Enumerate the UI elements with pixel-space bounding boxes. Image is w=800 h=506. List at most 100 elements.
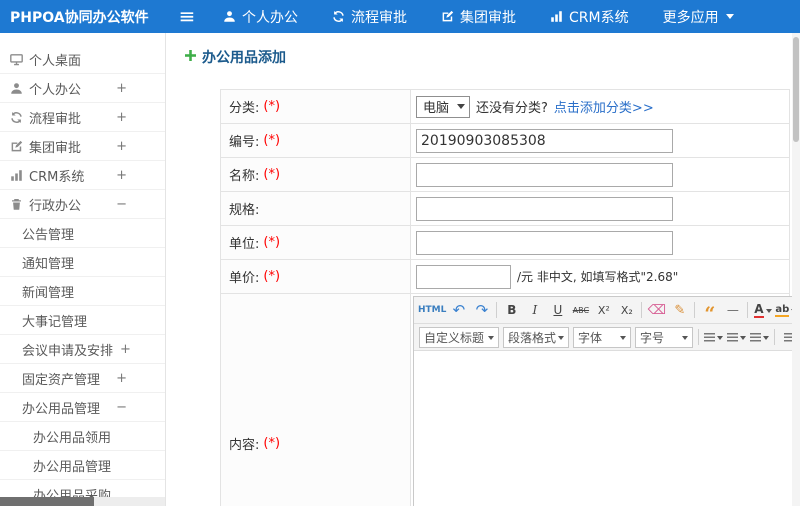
expand-toggle[interactable]: +	[116, 110, 127, 125]
spec-input[interactable]	[416, 196, 673, 221]
nav-workflow-approval[interactable]: 流程审批	[315, 0, 424, 33]
sidebar-item-notice-mgmt[interactable]: 通知管理	[0, 248, 165, 277]
category-select[interactable]: 电脑	[416, 95, 471, 118]
caret-down-icon	[488, 335, 494, 343]
nav-personal-office[interactable]: 个人办公	[206, 0, 315, 33]
name-label: 名称:	[229, 169, 260, 184]
editor-content-area[interactable]	[414, 351, 792, 506]
person-icon	[10, 82, 23, 95]
format-painter-button[interactable]: ✎	[669, 300, 690, 321]
expand-toggle[interactable]: +	[116, 371, 127, 386]
strikethrough-button[interactable]: ABC	[570, 300, 591, 321]
toolbar-separator	[694, 302, 696, 318]
align-right-button[interactable]	[749, 327, 770, 348]
highlight-color-button[interactable]: ab	[775, 300, 792, 321]
category-hint: 还没有分类?	[476, 101, 548, 116]
blockquote-button[interactable]: “	[699, 300, 720, 324]
remove-format-button[interactable]: ⌫	[646, 300, 667, 321]
vertical-scrollbar[interactable]	[792, 33, 800, 506]
align-left-icon	[704, 332, 715, 342]
form-row-price: 单价: (*) /元 非中文, 如填写格式"2.68"	[221, 260, 789, 294]
sidebar: 个人桌面 个人办公 + 流程审批 + 集团审批 + CRM系统 + 行政办公 −…	[0, 33, 166, 506]
expand-toggle[interactable]: +	[116, 81, 127, 96]
sidebar-horizontal-scrollbar[interactable]	[0, 497, 165, 506]
sidebar-item-memorabilia-mgmt[interactable]: 大事记管理	[0, 306, 165, 335]
nav-crm-system[interactable]: CRM系统	[533, 0, 646, 33]
rich-text-editor: HTML ↶ ↷ B I U ABC X² X₂ ⌫ ✎ “ — A ab 自定…	[413, 296, 792, 506]
collapse-toggle[interactable]: −	[116, 197, 127, 212]
sidebar-item-label: 个人桌面	[29, 53, 82, 69]
nav-group-approval[interactable]: 集团审批	[424, 0, 533, 33]
expand-toggle[interactable]: +	[116, 139, 127, 154]
sidebar-item-label: 流程审批	[29, 111, 82, 127]
bar-chart-icon	[550, 10, 563, 23]
paragraph-format-dropdown[interactable]: 段落格式	[503, 326, 569, 348]
italic-button[interactable]: I	[524, 300, 545, 321]
underline-button[interactable]: U	[547, 300, 568, 321]
caret-down-icon	[457, 104, 466, 113]
collapse-toggle[interactable]: −	[116, 400, 127, 415]
app-logo[interactable]: PHPOA协同办公软件	[0, 7, 168, 27]
menu-toggle-button[interactable]: ≡	[168, 0, 206, 33]
sidebar-item-admin-office[interactable]: 行政办公 −	[0, 190, 165, 219]
form-row-category: 分类: (*) 电脑 还没有分类? 点击添加分类>>	[221, 90, 789, 124]
edit-icon	[441, 10, 454, 23]
redo-button[interactable]: ↷	[471, 300, 492, 321]
undo-button[interactable]: ↶	[448, 300, 469, 321]
unordered-list-icon	[784, 332, 792, 342]
expand-toggle[interactable]: +	[116, 168, 127, 183]
custom-title-dropdown[interactable]: 自定义标题	[419, 326, 499, 348]
caret-down-icon	[725, 14, 734, 23]
sidebar-item-workflow-approval[interactable]: 流程审批 +	[0, 103, 165, 132]
nav-more-apps[interactable]: 更多应用	[646, 0, 751, 33]
font-color-button[interactable]: A	[752, 300, 773, 321]
toolbar-separator	[496, 302, 498, 318]
code-label: 编号:	[229, 135, 260, 150]
nav-label: 集团审批	[460, 9, 516, 26]
name-input[interactable]	[416, 162, 673, 187]
price-input[interactable]	[416, 264, 511, 289]
page-title: 办公用品添加	[202, 50, 286, 66]
scrollbar-thumb[interactable]	[0, 497, 94, 506]
caret-down-icon	[682, 335, 688, 343]
align-center-icon	[727, 332, 738, 342]
sidebar-item-group-approval[interactable]: 集团审批 +	[0, 132, 165, 161]
sidebar-item-announcement-mgmt[interactable]: 公告管理	[0, 219, 165, 248]
sidebar-item-crm-system[interactable]: CRM系统 +	[0, 161, 165, 190]
sidebar-item-news-mgmt[interactable]: 新闻管理	[0, 277, 165, 306]
superscript-button[interactable]: X²	[593, 300, 614, 321]
sidebar-item-personal-desktop[interactable]: 个人桌面	[0, 45, 165, 74]
horizontal-rule-button[interactable]: —	[722, 300, 743, 321]
price-label: 单价:	[229, 271, 260, 286]
html-source-button[interactable]: HTML	[418, 300, 446, 321]
caret-down-icon	[717, 335, 723, 343]
unordered-list-button[interactable]	[779, 327, 792, 348]
font-family-dropdown[interactable]: 字体	[573, 326, 631, 348]
sidebar-item-office-supplies-mgmt[interactable]: 办公用品管理 −	[0, 393, 165, 422]
form-row-content: 内容: (*) HTML ↶ ↷ B I U ABC X² X₂ ⌫ ✎ “ —…	[221, 294, 792, 506]
person-icon	[223, 10, 236, 23]
align-center-button[interactable]	[726, 327, 747, 348]
code-input[interactable]	[416, 128, 673, 153]
page-header: 办公用品添加	[166, 33, 792, 67]
sidebar-item-fixed-asset-mgmt[interactable]: 固定资产管理 +	[0, 364, 165, 393]
font-size-dropdown[interactable]: 字号	[635, 326, 693, 348]
toolbar-separator	[774, 329, 775, 345]
subscript-button[interactable]: X₂	[616, 300, 637, 321]
sidebar-item-meeting-request[interactable]: 会议申请及安排 +	[0, 335, 165, 364]
unit-input[interactable]	[416, 230, 673, 255]
edit-icon	[10, 140, 23, 153]
add-category-link[interactable]: 点击添加分类>>	[554, 97, 654, 116]
scrollbar-thumb[interactable]	[793, 37, 799, 142]
align-left-button[interactable]	[703, 327, 724, 348]
caret-down-icon	[620, 335, 626, 343]
unit-label: 单位:	[229, 237, 260, 252]
sidebar-item-personal-office[interactable]: 个人办公 +	[0, 74, 165, 103]
nav-label: 个人办公	[242, 9, 298, 26]
expand-toggle[interactable]: +	[120, 342, 131, 357]
sidebar-item-label: 通知管理	[22, 256, 75, 272]
sidebar-item-office-supplies-manage[interactable]: 办公用品管理	[0, 451, 165, 480]
nav-label: CRM系统	[569, 9, 629, 26]
sidebar-item-office-supplies-claim[interactable]: 办公用品领用	[0, 422, 165, 451]
bold-button[interactable]: B	[501, 300, 522, 321]
